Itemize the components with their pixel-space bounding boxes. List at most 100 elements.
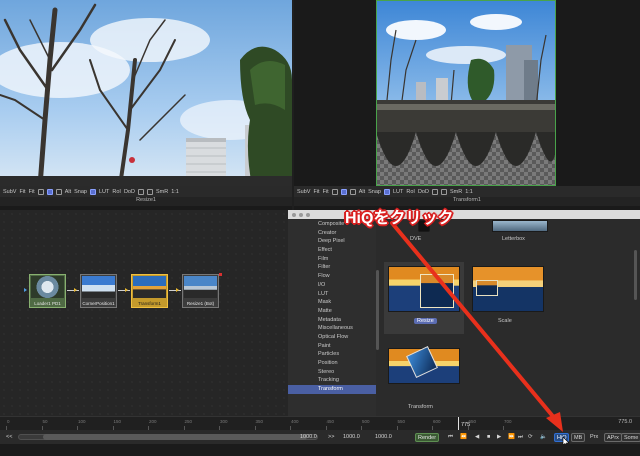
fit-button[interactable]: Fit (19, 189, 25, 195)
subview-button[interactable]: SubV (3, 189, 16, 195)
tick-label: 0 (7, 419, 10, 424)
step-back-icon[interactable]: ⏪ (460, 433, 467, 442)
category-item[interactable]: Matte (288, 307, 376, 316)
node-transform[interactable]: Transform1 (131, 274, 168, 308)
render-range-thumb[interactable] (43, 434, 307, 440)
snap-button[interactable]: Snap (368, 189, 381, 195)
ratio-button[interactable]: 1:1 (465, 189, 473, 195)
node-resize[interactable]: Resize1 (Bot) (182, 274, 219, 308)
category-item[interactable]: Transform (288, 385, 376, 394)
category-item[interactable]: Flow (288, 272, 376, 281)
tick-label: 400 (291, 419, 299, 424)
render-button[interactable]: Render (415, 433, 440, 442)
right-viewer[interactable]: SubV Fit Fit Alt Snap LUT RoI DoD SmR 1:… (294, 0, 640, 210)
step-forward-icon[interactable]: ⏩ (508, 433, 515, 442)
tool-inset-thumbnail (420, 274, 454, 308)
smr-button[interactable]: SmR (156, 189, 168, 195)
checker-icon[interactable] (146, 188, 153, 195)
time-ruler[interactable]: 0 50 100 150 200 250 300 350 400 450 500 550 600 650 7… (0, 416, 640, 431)
tool-resize[interactable]: Resize (384, 262, 464, 334)
global-end-field[interactable]: 1000.0 (375, 433, 392, 442)
view-a-icon[interactable] (340, 188, 347, 195)
color-channel-icon[interactable] (90, 188, 96, 195)
category-item[interactable]: I/O (288, 281, 376, 290)
subview-button[interactable]: SubV (297, 189, 310, 195)
tool-letterbox[interactable]: Letterbox (484, 220, 554, 256)
maximize-dot-icon[interactable] (306, 212, 310, 217)
lut-button[interactable]: LUT (393, 189, 403, 195)
category-item[interactable]: LUT (288, 290, 376, 299)
alt-button[interactable]: Alt (359, 189, 365, 195)
tool-scale[interactable]: Scale (468, 262, 548, 334)
motion-blur-button[interactable]: MB (571, 433, 586, 442)
audio-icon[interactable]: 🔈 (540, 433, 547, 442)
auto-proxy-button[interactable]: APrx (604, 433, 622, 442)
range-end-button[interactable]: >> (328, 433, 334, 442)
category-item[interactable]: Metadata (288, 316, 376, 325)
node-cornerposition[interactable]: CornerPosition1 (80, 274, 117, 308)
category-item[interactable]: Stereo (288, 368, 376, 377)
range-start-button[interactable]: << (6, 433, 12, 442)
category-item[interactable]: Tracking (288, 376, 376, 385)
loop-icon[interactable]: ⟳ (528, 433, 533, 442)
node-label: Resize1 (Bot) (186, 301, 215, 306)
render-end-field[interactable]: 1000.0 (300, 433, 317, 442)
some-button[interactable]: Some (621, 433, 640, 442)
play-icon[interactable]: ▶ (497, 433, 501, 442)
category-item[interactable]: Miscellaneous (288, 324, 376, 333)
tick-label: 200 (149, 419, 157, 424)
smr-button[interactable]: SmR (450, 189, 462, 195)
tick-label: 700 (504, 419, 512, 424)
go-to-end-icon[interactable]: ⏭ (518, 433, 523, 442)
lut-button[interactable]: LUT (99, 189, 109, 195)
category-item[interactable]: Effect (288, 246, 376, 255)
stop-icon[interactable]: ■ (487, 433, 490, 442)
fit-mode-button[interactable]: Fit (323, 189, 329, 195)
category-item[interactable]: Creator (288, 229, 376, 238)
node-loader[interactable]: Loader1 PD1 (29, 274, 66, 308)
ratio-button[interactable]: 1:1 (171, 189, 179, 195)
fit-button[interactable]: Fit (313, 189, 319, 195)
node-connection (169, 290, 181, 291)
lock-icon[interactable] (431, 188, 438, 195)
category-item[interactable]: Filter (288, 263, 376, 272)
global-start-field[interactable]: 1000.0 (343, 433, 360, 442)
roi-button[interactable]: RoI (112, 189, 121, 195)
node-connection (67, 290, 79, 291)
go-to-start-icon[interactable]: ⏮ (448, 433, 453, 442)
checker-icon[interactable] (440, 188, 447, 195)
proxy-button[interactable]: Prx (590, 433, 598, 442)
tool-grid-scrollbar[interactable] (634, 250, 637, 300)
lock-icon[interactable] (137, 188, 144, 195)
snap-button[interactable]: Snap (74, 189, 87, 195)
dod-button[interactable]: DoD (418, 189, 429, 195)
category-item[interactable]: Deep Pixel (288, 237, 376, 246)
category-scrollbar[interactable] (376, 270, 379, 350)
playhead[interactable] (458, 417, 459, 431)
pointer-icon[interactable] (37, 188, 44, 195)
category-item[interactable]: Paint (288, 342, 376, 351)
color-channel-icon[interactable] (384, 188, 390, 195)
fit-mode-button[interactable]: Fit (29, 189, 35, 195)
render-range-slider[interactable] (18, 434, 318, 440)
category-item[interactable]: Film (288, 255, 376, 264)
dod-button[interactable]: DoD (124, 189, 135, 195)
category-item[interactable]: Position (288, 359, 376, 368)
left-viewer[interactable]: SubV Fit Fit Alt Snap LUT RoI DoD SmR 1:… (0, 0, 292, 210)
minimize-dot-icon[interactable] (299, 212, 303, 217)
view-b-icon[interactable] (55, 188, 62, 195)
view-b-icon[interactable] (349, 188, 356, 195)
left-viewer-image (0, 0, 292, 186)
category-item[interactable]: Optical Flow (288, 333, 376, 342)
view-a-icon[interactable] (46, 188, 53, 195)
roi-button[interactable]: RoI (406, 189, 415, 195)
flow-node-editor[interactable]: Loader1 PD1 CornerPosition1 Transform1 R… (0, 210, 288, 416)
tool-transform[interactable]: Transform (384, 344, 464, 414)
play-reverse-icon[interactable]: ◀ (475, 433, 479, 442)
alt-button[interactable]: Alt (65, 189, 71, 195)
category-item[interactable]: Particles (288, 350, 376, 359)
select-tool-window[interactable]: Composite Creator Deep Pixel Effect Film Filt… (288, 210, 640, 416)
category-item[interactable]: Mask (288, 298, 376, 307)
close-dot-icon[interactable] (292, 212, 296, 217)
pointer-icon[interactable] (331, 188, 338, 195)
